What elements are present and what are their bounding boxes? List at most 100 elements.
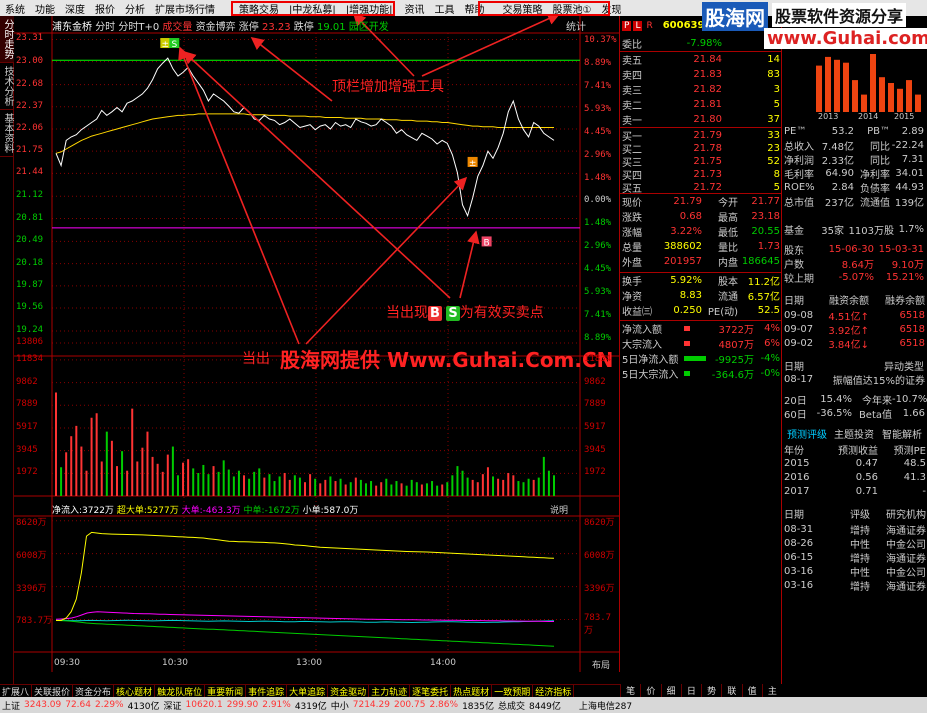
r-badge[interactable]: R xyxy=(646,21,652,31)
stat-value: 8.83 xyxy=(679,290,702,301)
bottom-tab-2[interactable]: 逐笔委托 xyxy=(410,685,452,697)
fin-cell: 总收入 xyxy=(784,142,814,153)
pct-tick: 1.48% xyxy=(584,218,612,229)
flow-label: 5日大宗流入 xyxy=(622,370,679,381)
l-badge[interactable]: L xyxy=(633,20,643,31)
bottom-tab-2[interactable]: 触龙队席位 xyxy=(155,685,206,697)
p-badge[interactable]: P xyxy=(622,20,632,31)
pct-tick: 4.45% xyxy=(584,264,612,275)
fin-cell: 评级 xyxy=(850,510,870,521)
volume-toggle[interactable]: 成交量 xyxy=(162,22,192,33)
right-tab[interactable]: 值 xyxy=(741,684,762,697)
profit-bar xyxy=(852,80,858,112)
bottom-tab-2[interactable]: 资金分布 xyxy=(73,685,115,697)
right-tab[interactable]: 日 xyxy=(680,684,701,697)
intraday-chart[interactable]: ± S ± B 浦东金桥 分时 分时T+0 成交量 资金博弈 涨停 23.23 跌停 … xyxy=(14,16,620,672)
fund-game-toggle[interactable]: 资金博弈 xyxy=(196,22,236,33)
zx-value: 7214.29 xyxy=(352,700,390,710)
bottom-tab-2[interactable]: 事件追踪 xyxy=(246,685,288,697)
stat-row: 涨幅 3.22% 最低 20.55 xyxy=(620,224,782,239)
tab-fundamental[interactable]: 基本资料 xyxy=(0,110,14,157)
fin-cell[interactable]: 预测评级 xyxy=(782,426,830,441)
fin-row: 日期 融资余额 融券余额 xyxy=(782,292,927,307)
ask-row[interactable]: 卖四 21.83 83 xyxy=(620,67,782,82)
bottom-tab-2[interactable]: 大单追踪 xyxy=(287,685,329,697)
menu-system[interactable]: 系统 xyxy=(0,1,30,16)
stat-value: 0.68 xyxy=(679,211,702,222)
ask-price: 21.80 xyxy=(693,114,722,125)
bottom-tab-2[interactable]: 重要新闻 xyxy=(205,685,247,697)
fin-cell: 0.47 xyxy=(855,458,878,469)
flow-legend: 净流入:3722万 超大单:5277万 大单:-463.3万 中单:-1672万… xyxy=(52,503,358,516)
right-tab[interactable]: 价 xyxy=(640,684,660,697)
ask-row[interactable]: 卖一 21.80 37 xyxy=(620,112,782,127)
menu-analysis[interactable]: 分析 xyxy=(120,1,150,16)
fin-cell[interactable]: 主题投资 xyxy=(830,426,878,441)
stats-button[interactable]: 统计 xyxy=(566,18,586,33)
stat-label: 收益㈢ xyxy=(622,307,652,318)
fin-cell: 3.84亿↓ xyxy=(828,340,869,351)
bottom-tab-2[interactable]: 核心题材 xyxy=(114,685,156,697)
left-tabs: 分时走势 技术分析 基本资料 xyxy=(0,16,14,684)
fin-cell: -36.5% xyxy=(816,408,852,419)
sector-label[interactable]: 园区开发 xyxy=(349,22,389,33)
zx-pct: 2.86% xyxy=(429,700,459,710)
menu-news[interactable]: 资讯 xyxy=(400,1,430,16)
menu-quote[interactable]: 报价 xyxy=(90,1,120,16)
fin-cell: 4.51亿↑ xyxy=(828,312,869,323)
zx-label: 中小 xyxy=(330,701,349,712)
menu-ext-market[interactable]: 扩展市场行情 xyxy=(150,1,220,16)
flow-value: 4807万 xyxy=(718,340,754,351)
network-status[interactable]: 上海电信287 xyxy=(579,699,632,712)
ask-row[interactable]: 卖三 21.82 3 xyxy=(620,82,782,97)
bottom-tab-2[interactable]: 经济指标 xyxy=(533,685,575,697)
right-tab[interactable]: 笔 xyxy=(620,684,640,697)
bottom-tab-2[interactable]: 资金驱动 xyxy=(328,685,370,697)
flow-label: 5日净流入额 xyxy=(622,355,679,366)
sh-amount: 4130亿 xyxy=(127,701,160,712)
watermark: 股海网提供 Www.Guhai.Com.CN xyxy=(280,348,614,372)
fin-cell: 35家 xyxy=(821,226,844,237)
explain-button[interactable]: 说明 xyxy=(550,503,568,516)
bottom-tab-2[interactable]: 热点题材 xyxy=(451,685,493,697)
flow-value: 3722万 xyxy=(718,325,754,336)
flow-row: 净流入额 3722万 4% xyxy=(620,321,782,336)
ask-volume: 5 xyxy=(773,99,780,110)
menu-function[interactable]: 功能 xyxy=(30,1,60,16)
ask-label: 卖二 xyxy=(622,101,642,112)
fin-cell: 海通证券 xyxy=(886,582,926,593)
tab-intraday[interactable]: 分时走势 xyxy=(0,16,14,63)
fin-cell: PB™ xyxy=(867,126,890,137)
chart-mode[interactable]: 分时 分时T+0 xyxy=(95,22,159,33)
profit-bar xyxy=(897,88,903,112)
fin-cell: 7.48亿 xyxy=(821,142,854,153)
tab-technical[interactable]: 技术分析 xyxy=(0,63,14,110)
bottom-tab-2[interactable]: 扩展八 xyxy=(0,685,33,697)
bottom-tab-2[interactable]: 关联报价 xyxy=(32,685,74,697)
bid-volume: 52 xyxy=(767,156,780,167)
right-tab[interactable]: 势 xyxy=(701,684,721,697)
stat-value: 1.73 xyxy=(757,241,780,252)
menu-depth[interactable]: 深度 xyxy=(60,1,90,16)
right-tab[interactable]: 主 xyxy=(761,684,782,697)
menu-tools[interactable]: 工具 xyxy=(430,1,460,16)
layout-button[interactable]: 布局 xyxy=(592,658,610,671)
right-tab[interactable]: 细 xyxy=(660,684,681,697)
profit-bar xyxy=(834,59,840,112)
fin-cell: 41.3 xyxy=(903,472,926,483)
right-tab[interactable]: 联 xyxy=(721,684,741,697)
fin-cell[interactable]: 智能解析 xyxy=(878,426,926,441)
fin-cell: ROE% xyxy=(784,182,815,193)
bottom-tab-2[interactable]: 主力轨迹 xyxy=(369,685,411,697)
fin-cell: 15-06-30 xyxy=(828,244,874,255)
fin-cell: 2016 xyxy=(784,472,810,483)
fin-cell: 64.90 xyxy=(825,168,854,179)
ask-row[interactable]: 卖五 21.84 14 xyxy=(620,52,782,67)
ask-label: 卖四 xyxy=(622,71,642,82)
profit-bar xyxy=(879,77,885,112)
fin-cell: 09-08 xyxy=(784,310,814,321)
ask-row[interactable]: 卖二 21.81 5 xyxy=(620,97,782,112)
fin-cell: 1.7% xyxy=(898,224,924,235)
bottom-tab-2[interactable]: 一致预期 xyxy=(492,685,534,697)
fin-cell: 增持 xyxy=(850,554,870,565)
